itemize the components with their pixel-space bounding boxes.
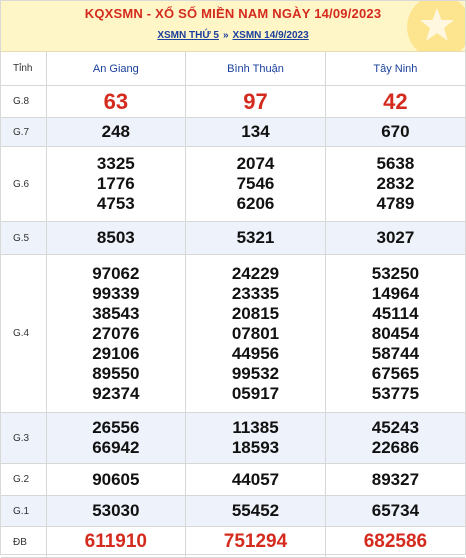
g4-value: 27076 [92, 323, 140, 343]
row-g7: G.7 248 134 670 [1, 117, 465, 147]
g4-value: 92374 [92, 383, 140, 403]
g3-value: 18593 [231, 438, 280, 457]
row-g8: G.8 63 97 42 [1, 85, 465, 118]
g2-value: 90605 [46, 463, 187, 496]
g3-value: 22686 [371, 438, 420, 457]
g6-cell: 3325 1776 4753 [46, 146, 187, 222]
row-g6: G.6 3325 1776 4753 2074 7546 6206 5638 2… [1, 146, 465, 222]
g4-value: 53775 [371, 383, 420, 403]
row-g3: G.3 26556 66942 11385 18593 45243 22686 [1, 412, 465, 464]
row-db: ĐB 611910 751294 682586 [1, 526, 465, 558]
g4-value: 14964 [371, 283, 420, 303]
province-an-giang[interactable]: An Giang [46, 52, 187, 86]
g4-value: 89550 [92, 363, 140, 383]
g5-value: 5321 [185, 221, 326, 255]
prize-label: G.6 [1, 146, 47, 222]
g4-cell: 97062 99339 38543 27076 29106 89550 9237… [46, 254, 187, 413]
g4-value: 44956 [231, 343, 280, 363]
g6-value: 3325 [96, 154, 135, 173]
g6-value: 6206 [236, 194, 275, 213]
g1-value: 53030 [46, 495, 187, 527]
g4-value: 53250 [371, 263, 420, 283]
g8-value: 42 [325, 85, 465, 118]
g3-value: 45243 [371, 418, 420, 437]
g4-cell: 24229 23335 20815 07801 44956 99532 0591… [185, 254, 326, 413]
breadcrumb-separator: » [222, 30, 229, 41]
prize-label: G.4 [1, 254, 47, 413]
g1-value: 55452 [185, 495, 326, 527]
g1-value: 65734 [325, 495, 465, 527]
g4-value: 24229 [231, 263, 280, 283]
prize-label: G.1 [1, 495, 47, 527]
g5-value: 3027 [325, 221, 465, 255]
row-g2: G.2 90605 44057 89327 [1, 463, 465, 496]
g4-value: 67565 [371, 363, 420, 383]
prize-label: G.2 [1, 463, 47, 496]
g6-cell: 2074 7546 6206 [185, 146, 326, 222]
prize-label: G.3 [1, 412, 47, 464]
g7-value: 248 [46, 117, 187, 147]
g6-value: 4789 [376, 194, 415, 213]
g3-value: 11385 [232, 418, 279, 437]
g4-value: 99339 [92, 283, 140, 303]
prize-label: G.5 [1, 221, 47, 255]
breadcrumb: XSMN THỨ 5» XSMN 14/9/2023 [1, 30, 465, 41]
row-g5: G.5 8503 5321 3027 [1, 221, 465, 255]
g6-value: 2832 [376, 174, 415, 193]
g4-value: 07801 [231, 323, 280, 343]
label-header: Tỉnh [1, 52, 47, 86]
g6-value: 7546 [236, 174, 275, 193]
province-binh-thuan[interactable]: Bình Thuận [185, 52, 326, 86]
prize-label: ĐB [1, 526, 47, 558]
lottery-results-panel: KQXSMN - XỔ SỐ MIỀN NAM NGÀY 14/09/2023 … [0, 0, 466, 558]
results-table: Tỉnh An Giang Bình Thuận Tây Ninh G.8 63… [1, 52, 465, 558]
g2-value: 89327 [325, 463, 465, 496]
g4-value: 23335 [231, 283, 280, 303]
g4-cell: 53250 14964 45114 80454 58744 67565 5377… [325, 254, 465, 413]
special-prize-value: 751294 [185, 526, 326, 558]
results-header: KQXSMN - XỔ SỐ MIỀN NAM NGÀY 14/09/2023 … [1, 1, 465, 52]
g7-value: 134 [185, 117, 326, 147]
table-header-row: Tỉnh An Giang Bình Thuận Tây Ninh [1, 52, 465, 86]
g6-value: 1776 [96, 174, 135, 193]
g4-value: 29106 [92, 343, 140, 363]
g6-value: 2074 [236, 154, 275, 173]
g3-cell: 26556 66942 [46, 412, 187, 464]
g4-value: 58744 [371, 343, 420, 363]
g4-value: 20815 [231, 303, 280, 323]
g8-value: 97 [185, 85, 326, 118]
g4-value: 45114 [372, 303, 419, 323]
g4-value: 99532 [231, 363, 280, 383]
g3-cell: 11385 18593 [185, 412, 326, 464]
g6-value: 4753 [96, 194, 135, 213]
g5-value: 8503 [46, 221, 187, 255]
g4-value: 38543 [92, 303, 140, 323]
page-title: KQXSMN - XỔ SỐ MIỀN NAM NGÀY 14/09/2023 [84, 6, 382, 21]
g6-cell: 5638 2832 4789 [325, 146, 465, 222]
special-prize-value: 682586 [325, 526, 465, 558]
g3-cell: 45243 22686 [325, 412, 465, 464]
link-xsmn-date[interactable]: XSMN 14/9/2023 [233, 30, 309, 41]
g7-value: 670 [325, 117, 465, 147]
g4-value: 80454 [371, 323, 420, 343]
prize-label: G.8 [1, 85, 47, 118]
g4-value: 97062 [92, 263, 140, 283]
g6-value: 5638 [376, 154, 415, 173]
row-g4: G.4 97062 99339 38543 27076 29106 89550 … [1, 254, 465, 413]
g3-value: 26556 [92, 418, 140, 437]
link-xsmn-day[interactable]: XSMN THỨ 5 [157, 30, 219, 41]
province-tay-ninh[interactable]: Tây Ninh [325, 52, 465, 86]
row-g1: G.1 53030 55452 65734 [1, 495, 465, 527]
g4-value: 05917 [231, 383, 280, 403]
g2-value: 44057 [185, 463, 326, 496]
prize-label: G.7 [1, 117, 47, 147]
g3-value: 66942 [92, 438, 140, 457]
g8-value: 63 [46, 85, 187, 118]
special-prize-value: 611910 [46, 526, 187, 558]
